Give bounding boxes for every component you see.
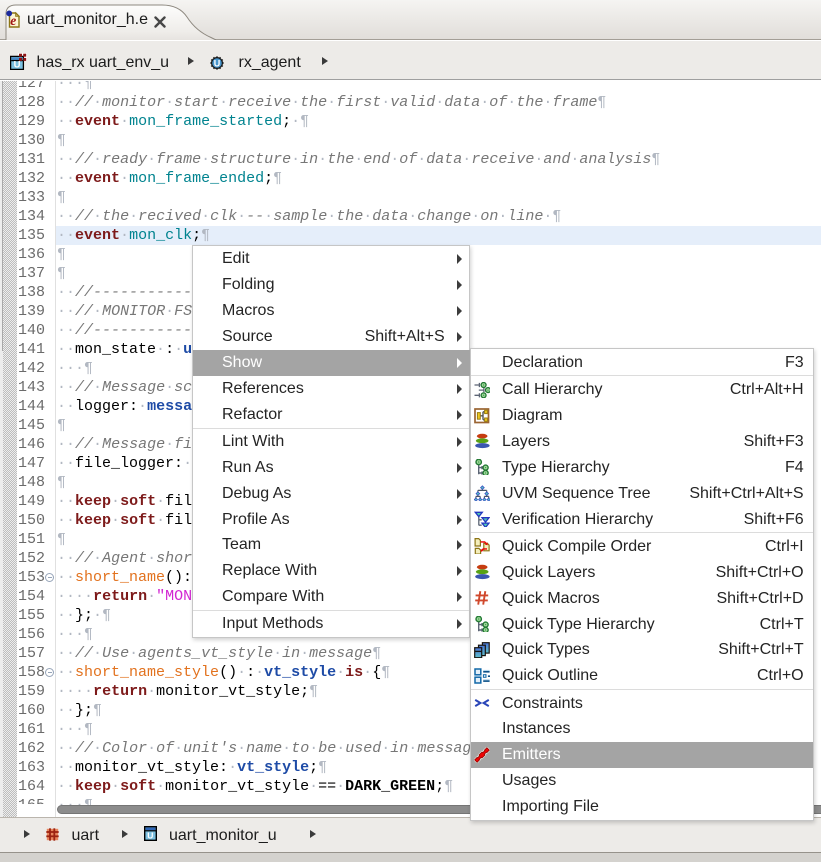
svg-text:U: U: [214, 58, 221, 68]
svg-text:U: U: [147, 830, 153, 840]
svg-text:U: U: [14, 59, 21, 69]
